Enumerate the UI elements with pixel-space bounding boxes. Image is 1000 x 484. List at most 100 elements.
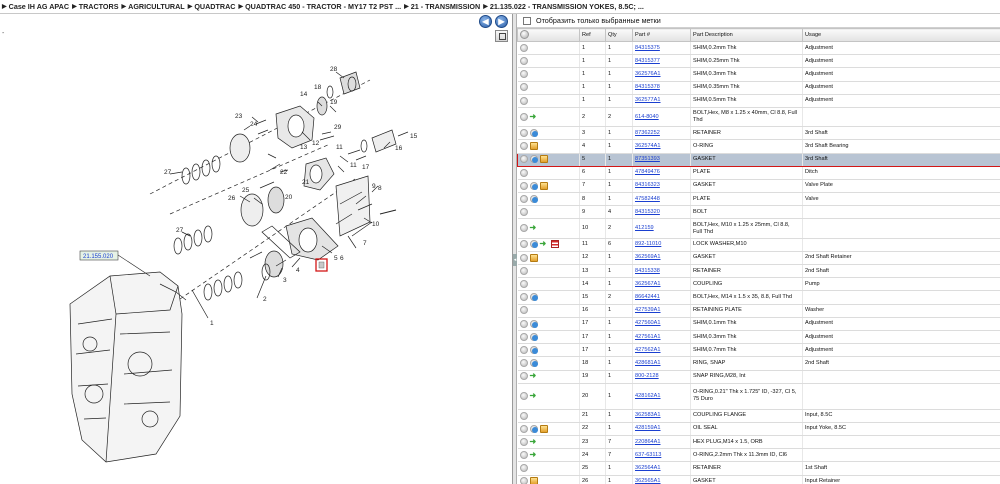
row-part-number[interactable]: 362564A1 [635, 465, 661, 471]
select-circle-icon[interactable] [520, 155, 528, 164]
select-circle-icon[interactable] [519, 306, 528, 315]
row-part-number[interactable]: 427561A1 [635, 334, 661, 340]
select-circle-icon[interactable] [519, 57, 528, 66]
table-row[interactable]: ➜ 2 2 614-8040 BOLT,Hex, M8 x 1.25 x 40mm, C… [517, 107, 1000, 128]
row-part-number[interactable]: 84315338 [635, 268, 660, 274]
select-circle-icon[interactable] [519, 168, 528, 177]
table-row[interactable]: 1 1 362576A1 SHIM,0.3mm Thk Adjustment [517, 67, 1000, 82]
table-row[interactable]: 17 1 427561A1 SHIM,0.3mm Thk Adjustment [517, 330, 1000, 345]
row-part-number[interactable]: 362569A1 [635, 254, 661, 260]
diagram-pane[interactable]: - ◀ ▶ 1 2 3 4 5 6 7 8 10 11 12 11 13 14 … [0, 14, 513, 484]
row-part-number[interactable]: 87362252 [635, 130, 660, 136]
table-row[interactable]: 15 2 86642441 BOLT,Hex, M14 x 1.5 x 35, 8.8… [517, 290, 1000, 305]
row-part-number[interactable]: 84315378 [635, 84, 660, 90]
table-row[interactable]: ➜ 10 2 412159 BOLT,Hex, M10 x 1.25 x 25mm, C… [517, 218, 1000, 239]
row-part-number[interactable]: 427560A1 [635, 320, 661, 326]
row-part-number[interactable]: 87351393 [635, 156, 660, 162]
row-part-number[interactable]: 428681A1 [635, 360, 661, 366]
replacement-arrow-icon[interactable]: ➜ [530, 112, 539, 121]
select-circle-icon[interactable] [519, 332, 528, 341]
table-row[interactable]: ➜ 11 6 892-11010 LOCK WASHER,M10 [517, 238, 1000, 252]
package-icon[interactable] [529, 142, 538, 151]
select-circle-icon[interactable] [519, 477, 528, 484]
row-part-number[interactable]: 427539A1 [635, 307, 661, 313]
row-part-number[interactable]: 220864A1 [635, 439, 661, 445]
table-row[interactable]: 1 1 84315375 SHIM,0.2mm Thk Adjustment [517, 41, 1000, 56]
replacement-arrow-icon[interactable]: ➜ [530, 437, 539, 446]
package-icon[interactable] [529, 253, 538, 262]
select-circle-icon[interactable] [519, 464, 528, 473]
table-row[interactable]: 16 1 427539A1 RETAINING PLATE Washer [517, 304, 1000, 318]
row-part-number[interactable]: 362576A1 [635, 71, 661, 77]
table-row-selected[interactable]: 5 1 87351393 GASKET 3rd Shaft [517, 152, 1000, 167]
table-row[interactable]: 1 1 362577A1 SHIM,0.5mm Thk Adjustment [517, 94, 1000, 108]
row-part-number[interactable]: 800-2128 [635, 373, 659, 379]
table-row[interactable]: 3 1 87362252 RETAINER 3rd Shaft [517, 126, 1000, 141]
breadcrumb-item[interactable]: ▶ QUADTRAC 450 - TRACTOR - MY17 T2 PST ..… [235, 2, 401, 11]
package-icon[interactable] [529, 477, 538, 484]
select-circle-icon[interactable] [519, 280, 528, 289]
row-part-number[interactable]: 892-11010 [635, 241, 661, 247]
replacement-arrow-icon[interactable]: ➜ [530, 224, 539, 232]
table-row[interactable]: 7 1 84316323 GASKET Valve Plate [517, 179, 1000, 194]
select-circle-icon[interactable] [519, 142, 528, 151]
select-circle-icon[interactable] [519, 43, 528, 52]
table-row[interactable]: 26 1 362565A1 GASKET Input Retainer [517, 475, 1000, 484]
list-icon[interactable] [550, 240, 559, 249]
info-icon[interactable] [530, 155, 538, 164]
select-circle-icon[interactable] [519, 96, 528, 105]
info-icon[interactable] [529, 345, 538, 354]
select-circle-icon[interactable] [519, 451, 528, 460]
table-row[interactable]: 25 1 362564A1 RETAINER 1st Shaft [517, 461, 1000, 476]
select-circle-icon[interactable] [519, 372, 528, 381]
select-circle-icon[interactable] [519, 128, 528, 137]
row-part-number[interactable]: 362565A1 [635, 478, 661, 484]
row-part-number[interactable]: 428159A1 [635, 425, 661, 431]
replacement-arrow-icon[interactable]: ➜ [530, 372, 539, 380]
select-circle-icon[interactable] [519, 424, 528, 433]
package-icon[interactable] [539, 181, 548, 190]
table-row[interactable]: 4 1 362574A1 O-RING 3rd Shaft Bearing [517, 139, 1000, 154]
package-icon[interactable] [540, 155, 548, 164]
header-circle-icon[interactable] [520, 29, 529, 39]
replacement-arrow-icon[interactable]: ➜ [540, 240, 549, 248]
info-icon[interactable] [529, 359, 538, 368]
breadcrumb-item[interactable]: ▶ TRACTORS [69, 2, 118, 11]
row-part-number[interactable]: 84316323 [635, 182, 660, 188]
select-circle-icon[interactable] [519, 240, 528, 249]
select-circle-icon[interactable] [519, 194, 528, 203]
row-part-number[interactable]: 47582448 [635, 196, 660, 202]
select-circle-icon[interactable] [519, 181, 528, 190]
row-part-number[interactable]: 412159 [635, 225, 654, 231]
breadcrumb-item[interactable]: ▶ Case IH AG APAC [1, 2, 69, 11]
select-circle-icon[interactable] [519, 411, 528, 420]
header-part-description[interactable]: Part Description [690, 28, 803, 42]
table-row[interactable]: 9 4 84315320 BOLT [517, 205, 1000, 220]
select-circle-icon[interactable] [519, 83, 528, 92]
select-circle-icon[interactable] [519, 293, 528, 302]
row-part-number[interactable]: 86642441 [635, 294, 660, 300]
select-circle-icon[interactable] [519, 70, 528, 79]
row-part-number[interactable]: 362574A1 [635, 143, 661, 149]
select-circle-icon[interactable] [519, 208, 528, 217]
row-part-number[interactable]: 84315320 [635, 209, 660, 215]
select-circle-icon[interactable] [519, 345, 528, 354]
select-circle-icon[interactable] [519, 319, 528, 328]
breadcrumb-item[interactable]: ▶ 21.135.022 - TRANSMISSION YOKES, 8.5C; … [480, 2, 644, 11]
table-row[interactable]: 17 1 427562A1 SHIM,0.7mm Thk Adjustment [517, 343, 1000, 358]
table-row[interactable]: 14 1 362567A1 COUPLING Pump [517, 277, 1000, 292]
row-part-number[interactable]: 427562A1 [635, 347, 661, 353]
show-selected-checkbox[interactable] [523, 16, 531, 25]
breadcrumb-item[interactable]: ▶ AGRICULTURAL [119, 2, 185, 11]
info-icon[interactable] [529, 181, 538, 190]
row-part-number[interactable]: 614-8040 [635, 114, 659, 120]
header-usage[interactable]: Usage [802, 28, 1000, 42]
row-part-number[interactable]: 47849476 [635, 169, 660, 175]
select-circle-icon[interactable] [519, 253, 528, 262]
header-qty[interactable]: Qty [605, 28, 633, 42]
select-circle-icon[interactable] [519, 224, 528, 233]
select-circle-icon[interactable] [519, 437, 528, 446]
table-row[interactable]: ➜ 20 1 428162A1 O-RING,0.21" Thk x 1.725" ID… [517, 383, 1000, 410]
breadcrumb-item[interactable]: ▶ QUADTRAC [185, 2, 236, 11]
row-part-number[interactable]: 362577A1 [635, 97, 661, 103]
